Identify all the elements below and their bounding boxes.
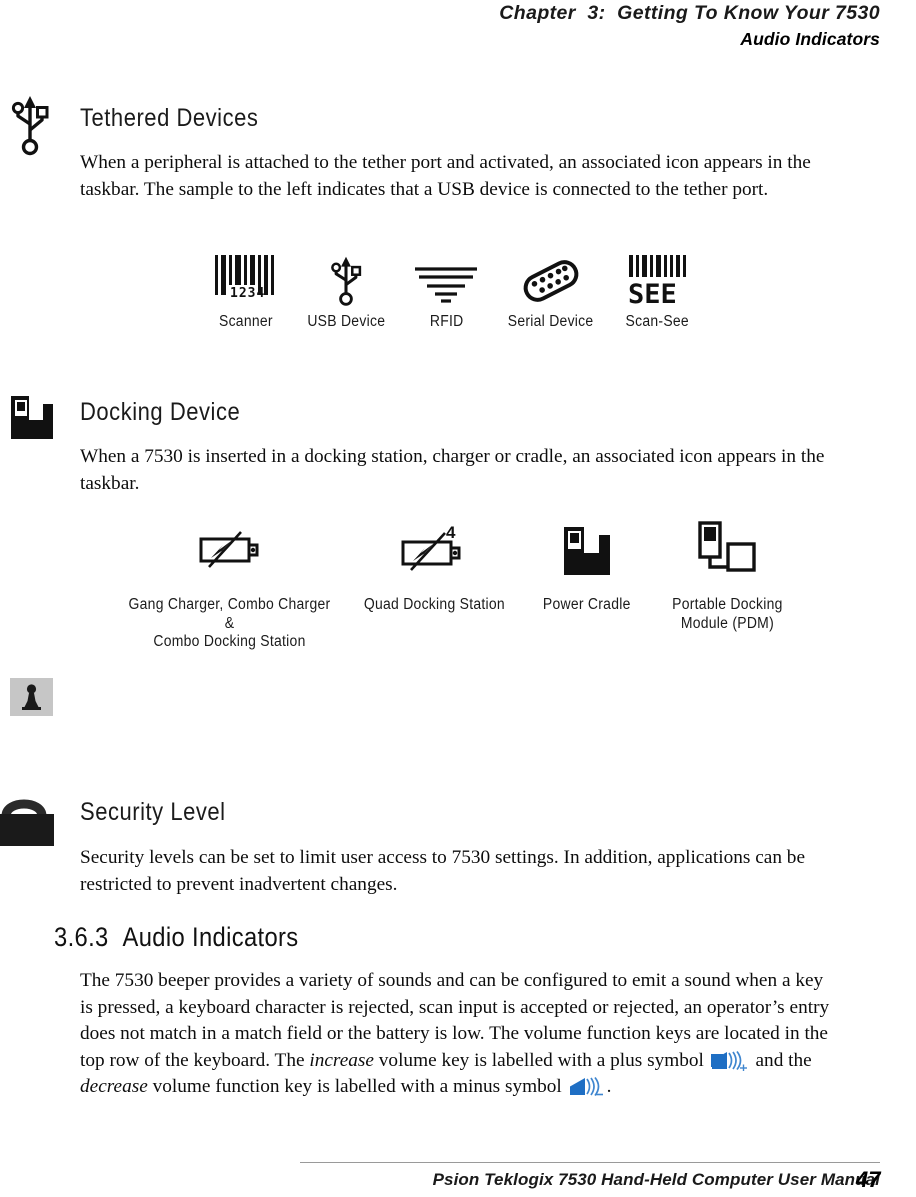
speaker-minus-icon [567,1075,607,1097]
audio-paragraph-part2: volume key is labelled with a plus symbo… [373,1049,709,1071]
audio-paragraph-part5: . [606,1076,612,1097]
page-header: Chapter 3: Getting To Know Your 7530 Aud… [0,0,916,51]
paragraph-docking-device: When a 7530 is inserted in a docking sta… [80,446,825,494]
icon-label-power-cradle: Power Cradle [543,596,631,613]
paragraph-security-level: Security levels can be set to limit user… [80,847,806,895]
icon-label-quad-docking: Quad Docking Station [363,596,506,613]
icon-cell-portable-docking-module: Portable Docking Module (PDM) [652,518,802,633]
quad-docking-icon: 4 [399,518,471,580]
footer-rule [300,1162,880,1163]
docking-icon-row: Gang Charger, Combo Charger & Combo Dock… [112,518,802,652]
icon-label-scanner: Scanner [219,313,273,330]
rfid-icon [413,255,479,307]
heading-audio-indicators: 3.6.3 Audio Indicators [54,922,299,953]
header-section-title: Audio Indicators [740,29,880,49]
portable-docking-module-icon [696,518,758,580]
svg-text:SEE: SEE [628,279,677,307]
heading-tethered-devices: Tethered Devices [80,104,259,132]
docking-device-icon [9,392,55,440]
emphasis-increase: increase [309,1049,374,1071]
icon-cell-quad-docking: 4 Quad Docking Station [347,518,522,615]
icon-cell-usb-device: USB Device [303,255,390,332]
battery-charger-icon [197,518,263,580]
audio-paragraph-part3: and the [750,1049,812,1071]
padlock-icon [0,788,58,846]
icon-label-gang-charger: Gang Charger, Combo Charger & Combo Dock… [128,596,331,650]
svg-text:1234: 1234 [230,286,265,301]
power-cradle-icon [561,518,613,580]
audio-section-title: Audio Indicators [122,922,299,952]
scan-see-icon: SEE [627,255,689,307]
usb-device-icon [324,255,368,307]
serial-device-icon [516,255,586,307]
speaker-plus-icon [709,1049,751,1071]
icon-label-rfid: RFID [429,313,464,330]
icon-label-usb-device: USB Device [307,313,386,330]
audio-section-number: 3.6.3 [54,922,109,952]
icon-cell-scan-see: SEE Scan-See [622,255,692,332]
icon-cell-serial-device: Serial Device [503,255,598,332]
icon-label-portable-docking-module: Portable Docking Module (PDM) [671,596,783,632]
audio-paragraph-part4: volume function key is labelled with a m… [147,1076,567,1097]
emphasis-decrease: decrease [80,1076,148,1097]
icon-cell-scanner: 1234 Scanner [213,255,279,332]
tethered-icon-row: 1234 Scanner USB Device RFID Serial Devi… [213,255,693,332]
icon-cell-rfid: RFID [413,255,479,332]
barcode-scanner-icon: 1234 [213,255,279,307]
icon-cell-power-cradle: Power Cradle [522,518,652,615]
footer-page-number: 47 [856,1167,881,1192]
chess-pawn-icon [10,678,53,716]
footer-manual-title: Psion Teklogix 7530 Hand-Held Computer U… [432,1170,880,1189]
paragraph-audio-indicators: The 7530 beeper provides a variety of so… [80,968,840,1101]
svg-text:4: 4 [446,524,456,542]
icon-label-scan-see: Scan-See [625,313,690,330]
paragraph-tethered-devices: When a peripheral is attached to the tet… [80,152,811,200]
heading-security-level: Security Level [80,798,226,826]
heading-docking-device: Docking Device [80,398,241,426]
usb-icon [6,94,54,156]
header-chapter-title: Chapter 3: Getting To Know Your 7530 [499,2,880,24]
icon-label-serial-device: Serial Device [508,313,594,330]
icon-cell-gang-charger: Gang Charger, Combo Charger & Combo Dock… [112,518,347,652]
